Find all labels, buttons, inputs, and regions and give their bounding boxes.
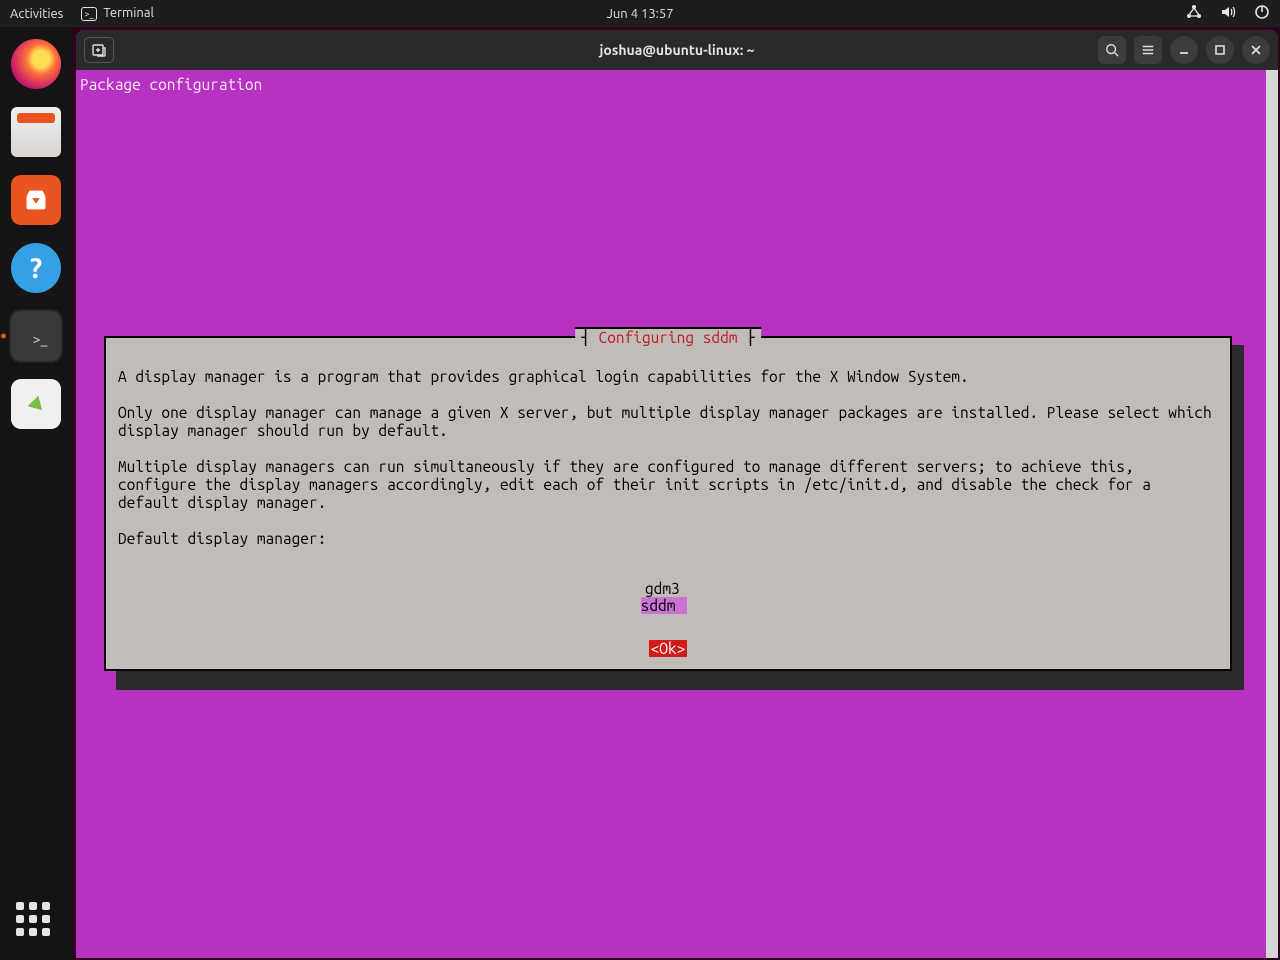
current-app-menu[interactable]: >_Terminal [81, 6, 154, 21]
dialog-title: Configuring sddm [590, 329, 746, 346]
dock-item-terminal[interactable]: >_ [11, 311, 61, 361]
terminal-titlebar: joshua@ubuntu-linux: ~ [76, 30, 1278, 70]
window-title: joshua@ubuntu-linux: ~ [76, 42, 1278, 58]
dialog-option-sddm[interactable]: sddm [641, 597, 687, 614]
terminal-icon: >_ [81, 7, 97, 21]
dialog-prompt: Default display manager: [118, 530, 326, 547]
gnome-topbar: Activities >_Terminal Jun 4 13:57 [0, 0, 1280, 27]
debconf-dialog: ┤ Configuring sddm ├ A display manager i… [104, 336, 1232, 671]
activities-button[interactable]: Activities [10, 7, 63, 21]
dock: ? >_ [0, 27, 72, 960]
show-applications-button[interactable] [16, 902, 56, 942]
power-icon[interactable] [1254, 4, 1270, 23]
package-config-header: Package configuration [80, 76, 262, 93]
dialog-ok-button[interactable]: <Ok> [649, 640, 688, 657]
terminal-scrollbar[interactable] [1266, 70, 1278, 958]
dialog-paragraph-1: A display manager is a program that prov… [118, 368, 969, 385]
terminal-window: joshua@ubuntu-linux: ~ Package configura… [76, 30, 1278, 958]
dock-item-help[interactable]: ? [11, 243, 61, 293]
dialog-options: gdm3 sddm [106, 580, 1230, 614]
dialog-paragraph-2: Only one display manager can manage a gi… [118, 404, 1220, 439]
clock[interactable]: Jun 4 13:57 [0, 7, 1280, 21]
network-icon[interactable] [1186, 4, 1202, 23]
volume-icon[interactable] [1220, 4, 1236, 23]
terminal-viewport[interactable]: Package configuration ┤ Configuring sddm… [76, 70, 1278, 958]
dialog-option-gdm3[interactable]: gdm3 [645, 580, 691, 597]
dock-item-firefox[interactable] [11, 39, 61, 89]
dock-item-software[interactable] [11, 175, 61, 225]
dock-item-files[interactable] [11, 107, 61, 157]
dialog-paragraph-3: Multiple display managers can run simult… [118, 458, 1160, 511]
dock-item-trash[interactable] [11, 379, 61, 429]
